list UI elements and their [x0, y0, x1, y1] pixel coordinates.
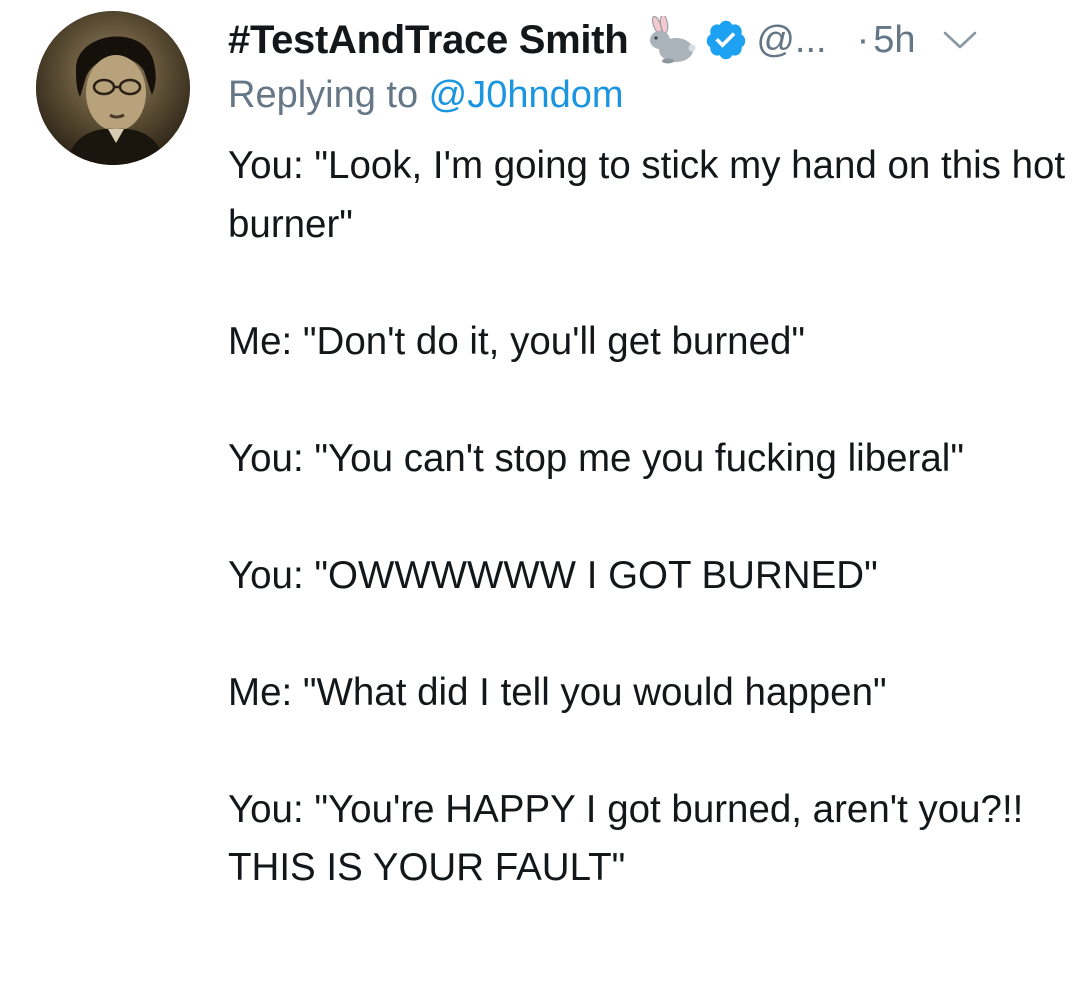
tweet-text: You: "Look, I'm going to stick my hand o…	[228, 137, 1068, 956]
tweet-paragraph: Me: "What did I tell you would happen"	[228, 670, 887, 714]
avatar-portrait	[36, 11, 190, 165]
avatar[interactable]	[36, 11, 190, 165]
separator-dot: ·	[856, 18, 870, 61]
tweet-header: #TestAndTrace Smith @... · 5h	[228, 12, 1068, 68]
tweet-paragraph: You: "You're HAPPY I got burned, aren't …	[228, 787, 1024, 890]
replying-to-label: Replying to	[228, 74, 429, 116]
rabbit-icon	[640, 16, 696, 64]
tweet-paragraph: You: "Look, I'm going to stick my hand o…	[228, 144, 1066, 246]
tweet-paragraph: Me: "Don't do it, you'll get burned"	[228, 319, 806, 363]
timestamp[interactable]: 5h	[873, 19, 915, 62]
replying-to: Replying to @J0hndom	[228, 74, 624, 117]
replying-to-mention-link[interactable]: @J0hndom	[429, 74, 624, 116]
user-handle[interactable]: @...	[756, 19, 826, 62]
display-name[interactable]: #TestAndTrace Smith	[228, 18, 629, 63]
verified-badge-icon	[704, 18, 748, 62]
tweet-paragraph: You: "You can't stop me you fucking libe…	[228, 436, 964, 480]
tweet-paragraph: You: "OWWWWWW I GOT BURNED"	[228, 553, 878, 597]
chevron-down-icon[interactable]	[942, 28, 978, 52]
